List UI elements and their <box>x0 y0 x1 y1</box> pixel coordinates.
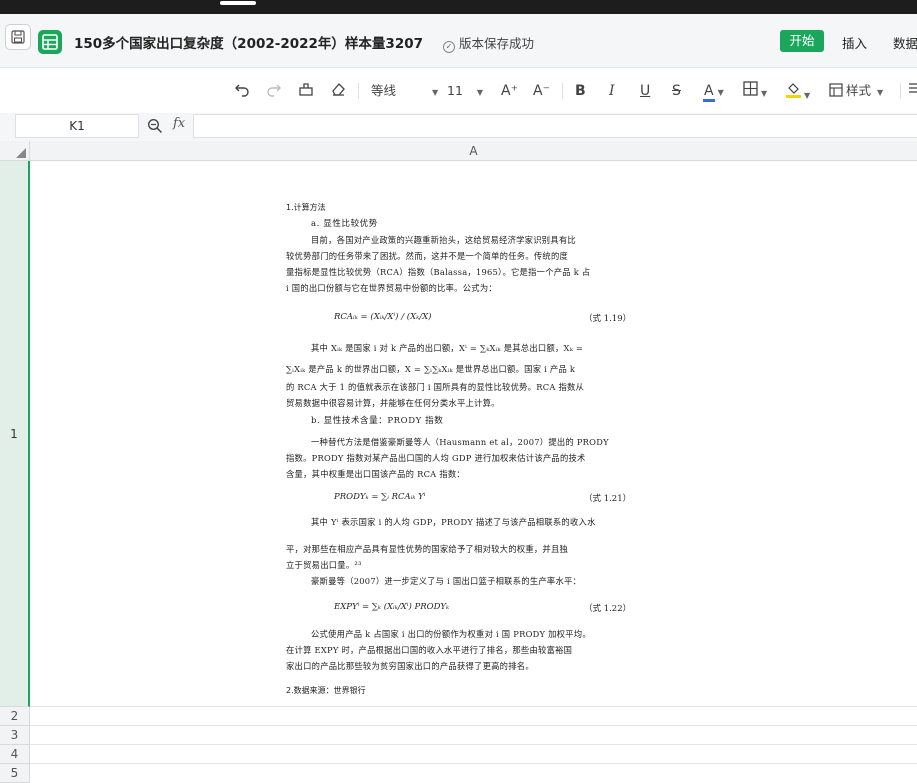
formula-bar: K1 fx <box>0 113 917 141</box>
font-color-letter: A <box>703 83 715 102</box>
chevron-down-icon: ▼ <box>761 89 768 98</box>
equation-1-19: RCAᵢₖ = (Xᵢₖ/Xⁱ) / (Xₖ/X) <box>334 312 432 322</box>
chevron-down-icon: ▼ <box>877 88 884 97</box>
para-a2-line: ∑ᵢXᵢₖ 是产品 k 的世界出口额，X = ∑ᵢ∑ₖXᵢₖ 是世界总出口额。国… <box>286 364 576 374</box>
cell-style-label: 样式 <box>846 83 872 98</box>
chevron-down-icon: ▼ <box>717 88 724 97</box>
chevron-down-icon: ▼ <box>432 88 439 97</box>
menu-tab-start[interactable]: 开始 <box>780 30 824 52</box>
paint-bucket-icon <box>786 83 801 98</box>
grid-line <box>30 725 917 726</box>
para-c-line: 在计算 EXPY 时，产品根据出口国的收入水平进行了排名，那些由较富裕国 <box>286 645 573 655</box>
row-header-4[interactable]: 4 <box>0 745 30 764</box>
font-family-value: 等线 <box>371 83 397 98</box>
spreadsheet-grid: A 1 2 3 4 5 1.计算方法 a. 显性比较优势 目前，各国对产业政策的… <box>0 141 917 783</box>
font-size-value: 11 <box>447 83 463 98</box>
fx-icon[interactable]: fx <box>173 116 185 131</box>
row-header-2[interactable]: 2 <box>0 707 30 726</box>
equation-tag: （式 1.22） <box>584 604 632 614</box>
row-header-1[interactable]: 1 <box>0 161 30 707</box>
grid-line <box>30 706 917 707</box>
borders-button[interactable]: ▼ <box>743 81 767 101</box>
cell-a1-embedded-image[interactable]: 1.计算方法 a. 显性比较优势 目前，各国对产业政策的兴趣重新抬头，这给贸易经… <box>31 162 917 706</box>
row-header-5[interactable]: 5 <box>0 764 30 783</box>
save-status: ✓ 版本保存成功 <box>443 33 534 53</box>
section-a-title: a. 显性比较优势 <box>311 219 378 229</box>
fill-color-button[interactable]: ▼ <box>786 81 810 101</box>
data-source-note: 2.数据来源：世界银行 <box>286 686 366 695</box>
para-a-line: 量指标是显性比较优势（RCA）指数（Balassa，1965）。它是指一个产品 … <box>286 267 591 277</box>
check-circle-icon: ✓ <box>443 41 455 53</box>
cell-name-box[interactable]: K1 <box>15 114 139 138</box>
menu-tab-data[interactable]: 数据 <box>893 33 917 52</box>
toolbar-divider <box>900 83 901 99</box>
sheet-app-icon <box>38 30 62 54</box>
font-size-select[interactable]: 11 ▼ <box>447 81 483 101</box>
para-b-line: 一种替代方法是借鉴豪斯曼等人（Hausmann et al，2007）提出的 P… <box>311 437 609 447</box>
equation-1-21: PRODYₖ = ∑ᵢ RCAᵢₖ Yⁱ <box>334 492 426 502</box>
para-a-line: i 国的出口份额与它在世界贸易中份额的比率。公式为： <box>286 283 497 293</box>
para-c-line: 家出口的产品比那些较为贫穷国家出口的产品获得了更高的排名。 <box>286 661 534 671</box>
decrease-font-button[interactable]: A⁻ <box>533 81 550 101</box>
formatting-toolbar: 等线 ▼ 11 ▼ A⁺ A⁻ B I U S A ▼ ▼ ▼ 样式 ▼ <box>0 69 917 113</box>
os-top-bar <box>0 0 917 14</box>
increase-font-button[interactable]: A⁺ <box>501 81 518 101</box>
cell-style-button[interactable]: 样式 ▼ <box>829 81 883 101</box>
chevron-down-icon: ▼ <box>476 88 484 97</box>
para-b-line: 含量，其中权重是出口国该产品的 RCA 指数： <box>286 469 465 479</box>
section-b-title: b. 显性技术含量：PRODY 指数 <box>311 416 444 426</box>
font-color-button[interactable]: A ▼ <box>703 81 724 102</box>
menu-tab-insert[interactable]: 插入 <box>842 33 867 52</box>
underline-button[interactable]: U <box>640 81 650 101</box>
format-painter-icon[interactable] <box>298 81 314 101</box>
para-a-line: 目前，各国对产业政策的兴趣重新抬头，这给贸易经济学家识别具有比 <box>311 235 576 245</box>
bold-button[interactable]: B <box>575 81 586 101</box>
para-b2-line: 豪斯曼等（2007）进一步定义了与 i 国出口篮子相联系的生产率水平： <box>311 576 582 586</box>
align-icon[interactable] <box>909 81 917 101</box>
zoom-search-icon[interactable] <box>147 118 163 138</box>
toolbar-divider <box>358 83 359 99</box>
para-b2-line: 立于贸易出口量。²³ <box>286 560 362 570</box>
para-a2-line: 其中 Xᵢₖ 是国家 i 对 k 产品的出口额，Xⁱ = ∑ₖXᵢₖ 是其总出口… <box>311 343 584 353</box>
para-a-line: 较优势部门的任务带来了困扰。然而，这并不是一个简单的任务。传统的度 <box>286 251 569 261</box>
strikethrough-button[interactable]: S <box>672 81 681 101</box>
save-status-text: 版本保存成功 <box>459 36 535 51</box>
row-header-3[interactable]: 3 <box>0 726 30 745</box>
redo-icon[interactable] <box>266 81 282 101</box>
doc-heading: 1.计算方法 <box>286 203 326 212</box>
para-b-line: 指数。PRODY 指数对某产品出口国的人均 GDP 进行加权来估计该产品的技术 <box>286 453 586 463</box>
equation-tag: （式 1.19） <box>584 314 632 324</box>
borders-icon <box>743 81 758 96</box>
para-b2-line: 平，对那些在相应产品具有显性优势的国家给予了相对较大的权重，并且独 <box>286 544 569 554</box>
grid-line <box>30 744 917 745</box>
para-a2-line: 贸易数据中很容易计算，并能够在任何分类水平上计算。 <box>286 398 500 408</box>
title-bar: 150多个国家出口复杂度（2002-2022年）样本量3207 ✓ 版本保存成功 … <box>0 14 917 68</box>
italic-button[interactable]: I <box>609 81 615 101</box>
column-header-a[interactable]: A <box>30 141 917 161</box>
eraser-icon[interactable] <box>330 81 346 101</box>
para-b2-line: 其中 Yⁱ 表示国家 i 的人均 GDP，PRODY 描述了与该产品相联系的收入… <box>311 517 596 527</box>
drag-handle[interactable] <box>220 1 256 5</box>
chevron-down-icon: ▼ <box>804 91 811 100</box>
para-a2-line: 的 RCA 大于 1 的值就表示在该部门 i 国所具有的显性比较优势。RCA 指… <box>286 382 585 392</box>
select-all-corner[interactable] <box>0 141 30 161</box>
formula-input[interactable] <box>193 114 917 138</box>
grid-line <box>30 763 917 764</box>
equation-tag: （式 1.21） <box>584 494 632 504</box>
font-family-select[interactable]: 等线 ▼ <box>371 81 438 101</box>
toolbar-divider <box>562 83 563 99</box>
undo-icon[interactable] <box>234 81 250 101</box>
document-title[interactable]: 150多个国家出口复杂度（2002-2022年）样本量3207 <box>74 32 423 52</box>
table-style-icon <box>829 83 843 97</box>
save-icon[interactable] <box>5 24 31 50</box>
equation-1-22: EXPYⁱ = ∑ₖ (Xᵢₖ/Xⁱ) PRODYₖ <box>334 602 450 612</box>
para-c-line: 公式使用产品 k 占国家 i 出口的份额作为权重对 i 国 PRODY 加权平均… <box>311 629 591 639</box>
